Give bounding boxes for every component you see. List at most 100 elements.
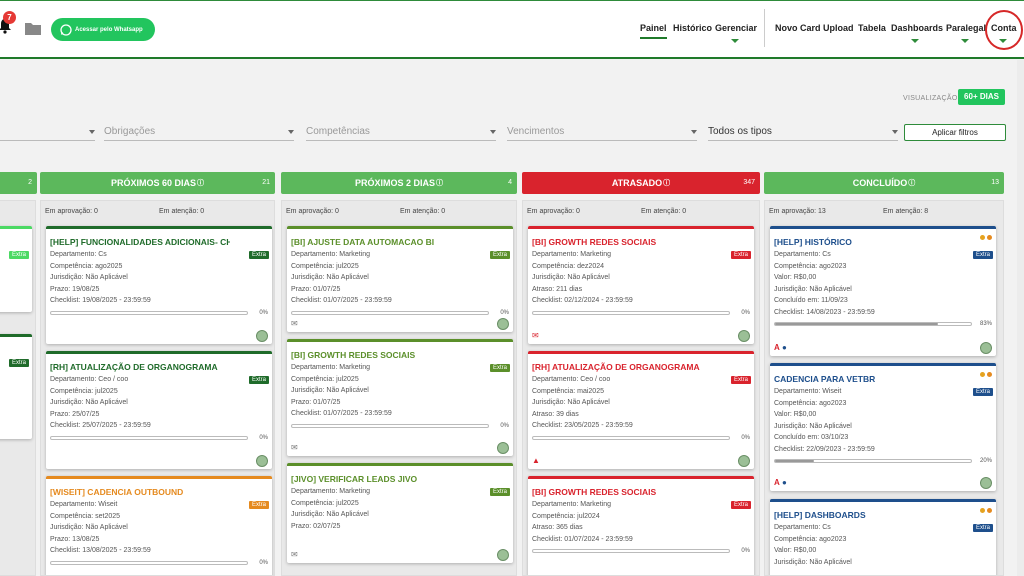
avatar[interactable] [497, 318, 509, 330]
card-field: Competência: set2025 [50, 512, 121, 520]
card-field: Competência: ago2023 [774, 399, 847, 407]
filter-obligations[interactable]: Obrigações [104, 126, 294, 141]
nav-paralegal[interactable]: Paralegal [946, 23, 986, 33]
scrollbar[interactable] [1017, 60, 1024, 576]
mail-icon[interactable]: ✉ [291, 550, 298, 559]
whatsapp-icon [60, 23, 72, 36]
card-field: Atraso: 365 dias [532, 524, 583, 531]
filter-types[interactable]: Todos os tipos [708, 126, 898, 141]
nav-gerenciar[interactable]: Gerenciar [715, 23, 757, 33]
card[interactable]: [JIVO] VERIFICAR LEADS JIVO Extra Departam… [287, 463, 513, 563]
card-field: Prazo: 19/08/25 [50, 285, 100, 293]
card-field: Valor: R$0,00 [774, 547, 817, 554]
info-icon[interactable]: ⓘ [436, 178, 443, 188]
filter-unknown[interactable] [0, 126, 95, 141]
nav-historico[interactable]: Histórico [673, 23, 712, 33]
avatar[interactable] [980, 477, 992, 489]
view-label: VISUALIZAÇÃO [903, 95, 958, 102]
column-count: 21 [262, 179, 270, 186]
chevron-down-icon [892, 130, 898, 134]
comment-icon[interactable]: A ● [774, 478, 787, 487]
card-field: Departamento: Marketing [291, 364, 370, 371]
card-field: Concluído em: 11/09/23 [774, 297, 848, 304]
card-tag: Extra [8, 359, 29, 367]
card[interactable]: CADENCIA PARA VETBR Extra Departamento: Wi… [770, 363, 996, 491]
card[interactable]: [BI] GROWTH REDES SOCIAIS Extra Departamen… [528, 476, 754, 575]
card-field: Checklist: 02/12/2024 - 23:59:59 [532, 297, 633, 304]
progress-percent: 0% [741, 309, 750, 316]
card-tag: Extra [248, 501, 269, 509]
progress-percent: 0% [741, 548, 750, 554]
column-header-next-60: PRÓXIMOS 60 DIAS ⓘ 21 [40, 172, 275, 194]
whatsapp-label: Acessar pelo Whatsapp [75, 26, 143, 33]
mail-icon[interactable]: ✉ [291, 319, 298, 328]
card-title: [JIVO] VERIFICAR LEADS JIVO [291, 474, 418, 484]
card[interactable]: [HELP] HISTÓRICO Extra Departamento: Cs Com… [770, 226, 996, 356]
card[interactable]: [WISEIT] CADENCIA OUTBOUND Extra Departame… [46, 476, 272, 575]
column-title: ATRASADO [611, 178, 663, 188]
chevron-down-icon [691, 130, 697, 134]
comment-icon[interactable]: A ● [774, 343, 787, 352]
card-field: Competência: ago2025 [50, 262, 123, 270]
card-field: Departamento: Cs [774, 524, 831, 531]
mail-icon[interactable]: ✉ [532, 331, 539, 340]
card[interactable]: Extra [0, 226, 32, 312]
filter-competences[interactable]: Competências [306, 126, 496, 141]
card-field: Departamento: Cs [774, 251, 831, 258]
card-field: Checklist: 25/07/2025 - 23:59:59 [50, 422, 151, 429]
column-next-60: Em aprovação: 0 Em atenção: 0 [HELP] FUNCI… [40, 200, 275, 576]
info-icon[interactable]: ⓘ [663, 178, 670, 188]
column-done: Em aprovação: 13 Em atenção: 8 [HELP] HIST… [764, 200, 1004, 576]
avatar[interactable] [497, 442, 509, 454]
nav-novo-card[interactable]: Novo Card [775, 23, 821, 33]
mail-icon[interactable]: ✉ [291, 443, 298, 452]
progress-bar [532, 435, 730, 440]
card[interactable]: [BI] GROWTH REDES SOCIAIS Extra Departamen… [287, 339, 513, 456]
folder-icon[interactable] [25, 22, 41, 35]
card[interactable]: [RH] ATUALIZAÇÃO DE ORGANOGRAMA Extra Depa… [528, 351, 754, 469]
avatar[interactable] [497, 549, 509, 561]
card-tag: Extra [730, 251, 751, 259]
progress-bar [774, 459, 972, 463]
avatar[interactable] [738, 455, 750, 467]
card[interactable]: [HELP] DASHBOARDS Extra Departamento: Cs Co… [770, 499, 996, 575]
card-field: Atraso: 211 dias [532, 285, 583, 293]
card[interactable]: [HELP] FUNCIONALIDADES ADICIONAIS- CH Ext… [46, 226, 272, 344]
card-tag: Extra [730, 501, 751, 509]
card-tag: Extra [248, 251, 269, 259]
card[interactable]: [BI] AJUSTE DATA AUTOMACAO BI Extra Depart… [287, 226, 513, 332]
view-button[interactable]: 60+ DIAS [958, 89, 1005, 105]
apply-filters-button[interactable]: Aplicar filtros [904, 124, 1006, 141]
warning-icon[interactable]: ▲ [532, 456, 540, 465]
card-field: Departamento: Ceo / coo [532, 376, 611, 383]
card-title: [HELP] FUNCIONALIDADES ADICIONAIS- CH [50, 237, 230, 247]
column-count: 347 [743, 179, 755, 186]
avatar[interactable] [256, 330, 268, 342]
nav-painel[interactable]: Painel [640, 23, 667, 39]
progress-percent: 20% [979, 458, 992, 464]
info-icon[interactable]: ⓘ [197, 178, 204, 188]
avatar[interactable] [980, 342, 992, 354]
progress-bar [50, 560, 248, 565]
avatar[interactable] [256, 455, 268, 467]
avatar[interactable] [738, 330, 750, 342]
progress-bar [291, 423, 489, 428]
chevron-down-icon [89, 130, 95, 134]
info-icon[interactable]: ⓘ [908, 178, 915, 188]
card-field: Checklist: 01/07/2025 - 23:59:59 [291, 410, 392, 417]
card[interactable]: [BI] GROWTH REDES SOCIAIS Extra Departamen… [528, 226, 754, 344]
nav-tabela[interactable]: Tabela [858, 23, 886, 33]
nav-upload[interactable]: Upload [823, 23, 854, 33]
card-title: [BI] GROWTH REDES SOCIAIS [291, 350, 416, 360]
card[interactable]: [RH] ATUALIZAÇÃO DE ORGANOGRAMA Extra Depa… [46, 351, 272, 469]
whatsapp-button[interactable]: Acessar pelo Whatsapp [51, 18, 155, 41]
card-tag: Extra [972, 251, 993, 259]
card[interactable]: Extra [0, 334, 32, 439]
column-header-done: CONCLUÍDO ⓘ 13 [764, 172, 1004, 194]
card-field: Competência: ago2023 [774, 535, 847, 543]
card-tag: Extra [489, 488, 510, 496]
filter-deadlines[interactable]: Vencimentos [507, 126, 697, 141]
progress-bar [532, 549, 730, 553]
card-field: Departamento: Wiseit [774, 388, 842, 395]
nav-dashboards[interactable]: Dashboards [891, 23, 943, 33]
